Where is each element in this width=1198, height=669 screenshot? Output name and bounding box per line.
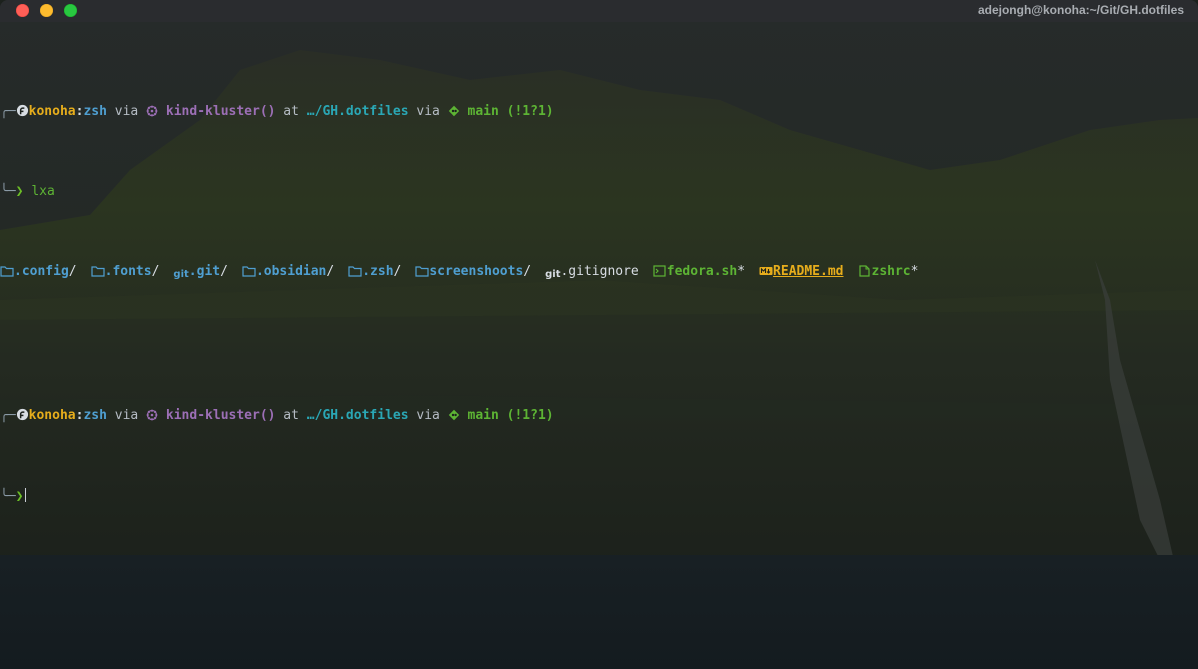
- active-input-line[interactable]: ╰─❯: [0, 488, 1198, 504]
- listing-entry[interactable]: git.gitignore: [545, 264, 639, 280]
- shell-name: zsh: [83, 104, 107, 119]
- listing-entry[interactable]: .obsidian/: [242, 264, 334, 279]
- folder-icon: [242, 265, 256, 282]
- k8s-context: kind-kluster(): [165, 104, 276, 119]
- git-icon: git: [545, 269, 561, 280]
- listing-entry-name: .git: [188, 264, 221, 279]
- terminal-window: adejongh@konoha:~/Git/GH.dotfiles ╭─ kono…: [0, 0, 1198, 669]
- file-icon: [858, 265, 872, 282]
- fedora-icon: [16, 104, 29, 122]
- listing-entry-suffix: /: [393, 264, 402, 279]
- prompt-bracket-top: ╭─: [0, 408, 16, 423]
- listing-entry[interactable]: README.md: [759, 264, 844, 282]
- folder-icon: [348, 265, 362, 282]
- title-bar: adejongh@konoha:~/Git/GH.dotfiles: [0, 0, 1198, 22]
- prompt-bracket-top: ╭─: [0, 104, 16, 119]
- git-status: (!1?1): [498, 104, 554, 119]
- listing-entry-name: screenshoots: [429, 264, 524, 279]
- listing-entry-name: zshrc: [871, 264, 911, 279]
- hostname: konoha: [28, 408, 76, 423]
- maximize-button[interactable]: [64, 4, 77, 17]
- close-button[interactable]: [16, 4, 29, 17]
- listing-entry-name: README.md: [773, 264, 844, 279]
- current-path: …/GH.dotfiles: [306, 408, 409, 423]
- fedora-icon: [16, 408, 29, 426]
- prompt-line: ╭─ konoha:zsh via kind-kluster() at …/GH.…: [0, 408, 1198, 424]
- kubernetes-icon: [146, 105, 158, 122]
- k8s-context: kind-kluster(): [165, 408, 276, 423]
- via-text: via: [408, 408, 448, 423]
- folder-icon: [0, 265, 14, 282]
- listing-entry-name: .fonts: [104, 264, 152, 279]
- listing-entry-suffix: *: [910, 264, 919, 279]
- listing-entry-name: .config: [14, 264, 69, 279]
- via-text: via: [106, 408, 147, 423]
- terminal-icon: [653, 265, 667, 282]
- markdown-icon: [759, 265, 773, 282]
- listing-entry-name: .gitignore: [560, 264, 639, 279]
- folder-icon: [415, 265, 429, 282]
- prompt-bracket-bottom: ╰─: [0, 489, 16, 504]
- prompt-line: ╭─ konoha:zsh via kind-kluster() at …/GH.…: [0, 104, 1198, 120]
- listing-entry-suffix: /: [523, 264, 532, 279]
- git-branch-icon: [448, 409, 460, 426]
- command-line: ╰─❯ lxa: [0, 184, 1198, 200]
- git-branch: main: [467, 104, 499, 119]
- text-cursor: [25, 488, 27, 502]
- listing-entry[interactable]: fedora.sh*: [653, 264, 745, 279]
- kubernetes-icon: [146, 409, 158, 426]
- listing-entry-suffix: /: [326, 264, 335, 279]
- listing-row: .config/.fonts/git.git/.obsidian/.zsh/sc…: [0, 264, 1198, 280]
- command-text: lxa: [31, 184, 55, 199]
- git-icon: git: [173, 269, 189, 280]
- shell-name: zsh: [83, 408, 107, 423]
- via-text: via: [106, 104, 147, 119]
- minimize-button[interactable]: [40, 4, 53, 17]
- current-path: …/GH.dotfiles: [306, 104, 409, 119]
- prompt-bracket-bottom: ╰─: [0, 184, 16, 199]
- via-text: via: [408, 104, 448, 119]
- listing-entry[interactable]: git.git/: [173, 264, 228, 280]
- git-branch: main: [467, 408, 499, 423]
- prompt-arrow: ❯: [15, 489, 24, 504]
- listing-entry-suffix: *: [737, 264, 746, 279]
- listing-entry-suffix: /: [220, 264, 228, 279]
- folder-icon: [91, 265, 105, 282]
- listing-entry-name: fedora.sh: [666, 264, 738, 279]
- listing-entry[interactable]: .fonts/: [91, 264, 160, 282]
- listing-entry-suffix: /: [151, 264, 160, 279]
- git-branch-icon: [448, 105, 460, 122]
- terminal-output[interactable]: ╭─ konoha:zsh via kind-kluster() at …/GH.…: [0, 40, 1198, 552]
- at-text: at: [275, 408, 307, 423]
- at-text: at: [275, 104, 307, 119]
- listing-entry-name: .obsidian: [255, 264, 327, 279]
- listing-entry[interactable]: .zsh/: [348, 264, 401, 279]
- listing-entry[interactable]: .config/: [0, 264, 77, 279]
- listing-entry[interactable]: zshrc*: [858, 264, 919, 282]
- window-title: adejongh@konoha:~/Git/GH.dotfiles: [977, 3, 1184, 17]
- listing-entry-name: .zsh: [362, 264, 394, 279]
- listing-entry[interactable]: screenshoots/: [415, 264, 531, 279]
- git-status: (!1?1): [498, 408, 554, 423]
- listing-entry-suffix: /: [68, 264, 77, 279]
- hostname: konoha: [28, 104, 76, 119]
